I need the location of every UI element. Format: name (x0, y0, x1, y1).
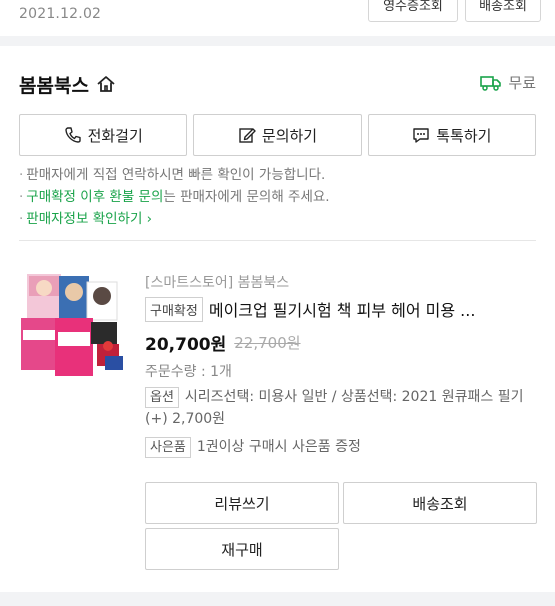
contact-notes: · 판매자에게 직접 연락하시면 빠른 확인이 가능합니다. · 구매확정 이후 환… (19, 164, 539, 230)
chat-icon (412, 126, 430, 144)
talk-label: 톡톡하기 (436, 126, 492, 145)
option-info: 옵션 시리즈선택: 미용사 일반 / 상품선택: 2021 원큐패스 필기 (+)… (145, 386, 540, 430)
talk-button[interactable]: 톡톡하기 (367, 114, 536, 156)
home-icon[interactable] (95, 73, 117, 95)
phone-icon (64, 126, 82, 144)
original-price: 22,700원 (234, 333, 301, 352)
seller-header: 봄봄북스 무료 (19, 70, 536, 98)
gift-tag: 사은품 (145, 437, 191, 458)
product-thumbnail[interactable] (19, 272, 125, 382)
contact-buttons: 전화걸기 문의하기 톡톡하기 (19, 114, 536, 156)
note-line-3: · 판매자정보 확인하기 › (19, 211, 153, 227)
edit-icon (238, 126, 256, 144)
seller-name[interactable]: 봄봄북스 (19, 71, 89, 98)
sale-price: 20,700원 (145, 334, 227, 355)
seller-info-link[interactable]: 판매자정보 확인하기 (26, 211, 142, 227)
seller-order-card: 봄봄북스 무료 전화걸기 문의하기 톡톡하기 · 판매자에게 직접 연락하시면 … (0, 46, 555, 592)
status-badge: 구매확정 (145, 296, 203, 322)
order-date: 2021.12.02 (19, 6, 102, 22)
write-review-button[interactable]: 리뷰쓰기 (145, 482, 339, 524)
truck-icon (480, 74, 502, 92)
product-info: [스마트스토어] 봄봄북스 구매확정 메이크업 필기시험 책 피부 헤어 미용 … (145, 272, 540, 458)
shipping-fee: 무료 (480, 72, 536, 93)
divider (19, 240, 536, 241)
top-track-button[interactable]: 배송조회 (465, 0, 541, 22)
call-button[interactable]: 전화걸기 (19, 114, 188, 156)
gift-info: 사은품 1권이상 구매시 사은품 증정 (145, 436, 540, 458)
order-detail-page: 2021.12.02 영수증조회 배송조회 봄봄북스 무료 전화걸기 문의하기 … (0, 0, 555, 606)
gift-text: 1권이상 구매시 사은품 증정 (196, 439, 361, 455)
store-name[interactable]: [스마트스토어] 봄봄북스 (145, 272, 540, 294)
option-tag: 옵션 (145, 387, 179, 408)
option-text: 시리즈선택: 미용사 일반 / 상품선택: 2021 원큐패스 필기 (+) 2… (145, 389, 524, 427)
previous-order-strip: 2021.12.02 영수증조회 배송조회 (0, 0, 555, 36)
note-line-1: · 판매자에게 직접 연락하시면 빠른 확인이 가능합니다. (19, 167, 326, 183)
track-delivery-button[interactable]: 배송조회 (343, 482, 537, 524)
receipt-button[interactable]: 영수증조회 (368, 0, 458, 22)
call-label: 전화걸기 (87, 126, 143, 145)
shipping-label: 무료 (508, 74, 536, 92)
price-row: 20,700원 22,700원 (145, 324, 540, 360)
rebuy-button[interactable]: 재구매 (145, 528, 339, 570)
product-title[interactable]: 메이크업 필기시험 책 피부 헤어 미용 ... (209, 297, 476, 321)
note-line-2: · 구매확정 이후 환불 문의는 판매자에게 문의해 주세요. (19, 189, 330, 205)
chevron-right-icon: › (142, 211, 153, 227)
order-quantity: 주문수량 : 1개 (145, 364, 232, 380)
product-title-row: 구매확정 메이크업 필기시험 책 피부 헤어 미용 ... (145, 294, 540, 324)
inquiry-button[interactable]: 문의하기 (193, 114, 362, 156)
inquiry-label: 문의하기 (261, 126, 318, 145)
